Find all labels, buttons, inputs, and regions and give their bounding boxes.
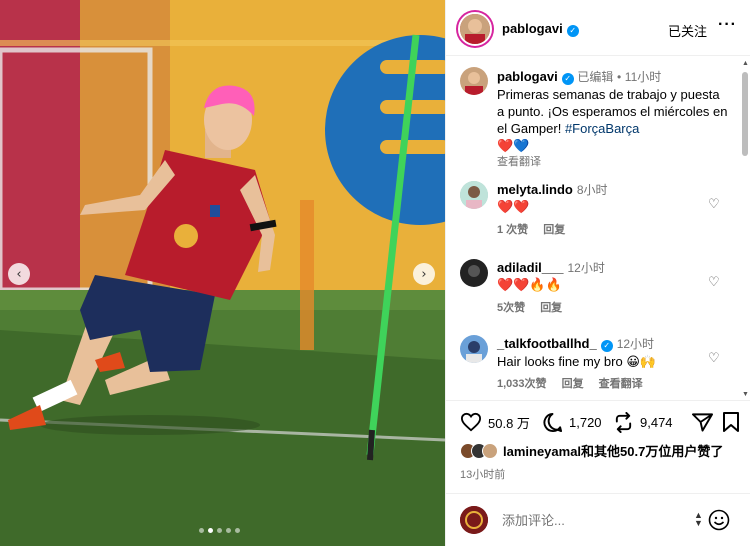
send-action[interactable] <box>692 412 713 432</box>
instagram-post-modal: ‹ › pablogavi ✓ 已关注 ··· pablogavi ✓ 已编辑 … <box>0 0 750 546</box>
carousel-dot <box>235 528 240 533</box>
repost-icon[interactable] <box>613 412 634 433</box>
emoji-button[interactable] <box>708 509 730 534</box>
comment-like-count[interactable]: 1,033次赞 <box>497 378 547 390</box>
send-paper-plane-icon[interactable] <box>692 412 713 432</box>
author-username[interactable]: pablogavi <box>502 21 563 36</box>
post-header: pablogavi ✓ 已关注 ··· <box>446 0 750 56</box>
previous-photo-button[interactable]: ‹ <box>8 263 30 285</box>
commenter-username[interactable]: adiladil___ <box>497 260 563 275</box>
separator-dot: • <box>616 70 622 84</box>
post-side-panel: pablogavi ✓ 已关注 ··· pablogavi ✓ 已编辑 • 11小时 <box>445 0 750 546</box>
commenter-avatar[interactable] <box>460 181 488 209</box>
comment-bubble-icon[interactable] <box>542 412 563 433</box>
caption-avatar[interactable] <box>460 67 488 95</box>
comment-text: ❤️❤️ <box>497 200 530 215</box>
more-options-icon[interactable]: ··· <box>718 16 737 34</box>
commenter-username[interactable]: melyta.lindo <box>497 182 573 197</box>
comment-like-heart-icon[interactable]: ♡ <box>708 197 720 212</box>
comment-actions: 1,033次赞 回复 查看翻译 <box>497 376 727 393</box>
translate-link[interactable]: 查看翻译 <box>599 378 643 390</box>
post-timestamp: 13小时前 <box>460 469 506 481</box>
comment-body: _talkfootballhd_ ✓ 12小时 Hair looks fine my… <box>497 335 727 393</box>
next-photo-button[interactable]: › <box>413 263 435 285</box>
current-user-avatar <box>460 506 488 534</box>
caption-emoji: ❤️💙 <box>497 138 530 153</box>
post-photo: ‹ › <box>0 0 445 546</box>
comment-like-count[interactable]: 1 次赞 <box>497 224 528 236</box>
comment-time: 8小时 <box>576 183 608 197</box>
comment-text: Hair looks fine my bro 😀🙌 <box>497 354 657 369</box>
hashtag-link[interactable]: #ForçaBarça <box>565 121 639 136</box>
carousel-dot <box>226 528 231 533</box>
carousel-dot <box>199 528 204 533</box>
comment-actions: 5次赞 回复 <box>497 300 727 317</box>
translate-link[interactable]: 查看翻译 <box>497 154 729 171</box>
comment-time: 12小时 <box>616 337 655 351</box>
author-username-row[interactable]: pablogavi ✓ <box>502 21 579 37</box>
commenter-avatar[interactable] <box>460 259 488 287</box>
reply-button[interactable]: 回复 <box>562 378 584 390</box>
comments-scrollbar[interactable]: ▲ ▼ <box>742 60 749 398</box>
comment-action[interactable]: 1,720 <box>542 412 602 433</box>
carousel-dot-active <box>208 528 213 533</box>
like-action[interactable]: 50.8 万 <box>460 412 530 432</box>
caption-username[interactable]: pablogavi <box>497 69 558 84</box>
comment-like-count[interactable]: 5次赞 <box>497 302 525 314</box>
comment-composer: ▲▼ <box>446 493 750 546</box>
comment-like-heart-icon[interactable]: ♡ <box>708 275 720 290</box>
comment-like-heart-icon[interactable]: ♡ <box>708 351 720 366</box>
following-button[interactable]: 已关注 <box>668 21 707 40</box>
verified-badge-icon: ✓ <box>600 340 613 352</box>
comment-input[interactable] <box>502 513 682 528</box>
author-avatar[interactable] <box>458 12 492 46</box>
carousel-dot <box>217 528 222 533</box>
bookmark-icon[interactable] <box>722 412 740 432</box>
expand-stepper-icon[interactable]: ▲ ▼ <box>694 511 703 528</box>
training-photo <box>0 0 445 546</box>
repost-action[interactable]: 9,474 <box>613 412 673 433</box>
liker-username[interactable]: lamineyamal <box>503 444 581 459</box>
caption-body: pablogavi ✓ 已编辑 • 11小时 Primeras semanas d… <box>497 68 729 171</box>
save-action[interactable] <box>722 412 740 432</box>
chevron-right-icon: › <box>421 266 427 282</box>
comment-actions: 1 次赞 回复 <box>497 222 727 239</box>
comment-count: 1,720 <box>569 415 602 430</box>
edited-label: 已编辑 <box>577 70 614 84</box>
comment-body: melyta.lindo 8小时 ❤️❤️ 1 次赞 回复 <box>497 181 727 239</box>
comment-time: 12小时 <box>567 261 605 275</box>
chevron-left-icon: ‹ <box>16 266 22 282</box>
likes-rest-text: 和其他50.7万位用户赞了 <box>581 444 724 459</box>
scroll-thumb[interactable] <box>742 72 748 156</box>
like-count[interactable]: 50.8 万 <box>488 413 530 432</box>
smiley-icon[interactable] <box>708 509 730 531</box>
verified-badge-icon: ✓ <box>561 73 574 85</box>
verified-badge-icon: ✓ <box>566 25 579 37</box>
liker-avatar <box>482 442 498 459</box>
heart-icon[interactable] <box>460 412 482 432</box>
carousel-indicator <box>199 528 240 533</box>
scroll-down-arrow-icon[interactable]: ▼ <box>742 391 749 398</box>
caption-time: 11小时 <box>624 70 662 84</box>
reply-button[interactable]: 回复 <box>540 302 562 314</box>
reply-button[interactable]: 回复 <box>543 224 565 236</box>
comments-list: pablogavi ✓ 已编辑 • 11小时 Primeras semanas d… <box>446 57 750 399</box>
likes-summary[interactable]: lamineyamal和其他50.7万位用户赞了 <box>460 441 723 460</box>
comment-body: adiladil___ 12小时 ❤️❤️🔥🔥 5次赞 回复 <box>497 259 727 317</box>
share-count: 9,474 <box>640 415 673 430</box>
commenter-username[interactable]: _talkfootballhd_ <box>497 336 597 351</box>
comment-text: ❤️❤️🔥🔥 <box>497 278 562 293</box>
commenter-avatar[interactable] <box>460 335 488 363</box>
scroll-up-arrow-icon[interactable]: ▲ <box>742 60 749 67</box>
